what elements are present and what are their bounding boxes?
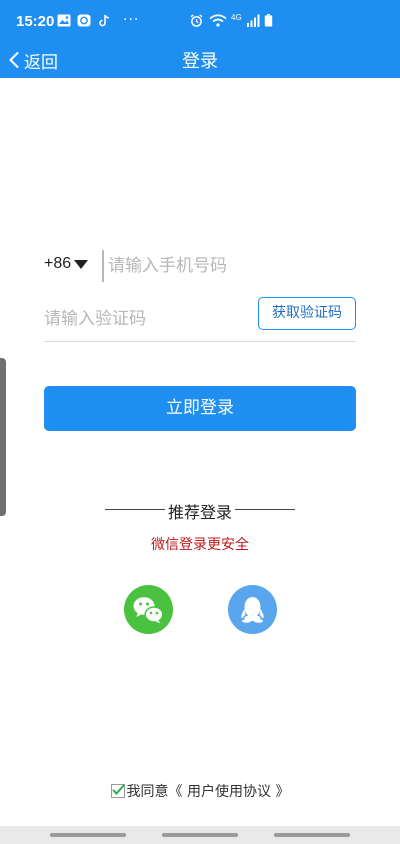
status-time: 15:20 [16, 13, 55, 30]
agreement-suffix: 》 [275, 784, 290, 800]
wechat-login-button[interactable] [124, 585, 173, 634]
page-title: 登录 [182, 51, 218, 72]
edge-panel-handle[interactable] [0, 358, 6, 516]
qq-login-button[interactable] [228, 585, 277, 634]
wechat-icon [133, 597, 164, 624]
network-type-label: 4G [231, 13, 242, 22]
signal-icon [247, 14, 260, 27]
login-button[interactable]: 立即登录 [44, 386, 356, 431]
agreement-checkbox[interactable] [110, 784, 125, 798]
phone-row: +86 [44, 246, 356, 286]
verification-code-input[interactable] [44, 304, 244, 334]
system-navigation-bar [0, 826, 400, 844]
verification-code-row: 获取验证码 [44, 296, 356, 342]
agreement-row: 我同意《 用户使用协议 》 [0, 781, 400, 801]
user-agreement-link[interactable]: 用户使用协议 [183, 784, 276, 800]
wechat-safety-notice: 微信登录更安全 [151, 537, 249, 553]
status-bar: 15:20 ··· 4G [0, 0, 400, 42]
nav-gesture-recent[interactable] [50, 833, 126, 837]
tiktok-icon [99, 14, 110, 27]
divider-right [235, 509, 295, 510]
country-code-selector[interactable]: +86 [44, 255, 89, 273]
recommended-login-heading: 推荐登录 [105, 499, 295, 522]
more-notifications-icon: ··· [123, 12, 140, 28]
top-bar: 15:20 ··· 4G 返回 登录 [0, 0, 400, 78]
battery-icon [264, 14, 273, 27]
app-notification-icon [77, 14, 91, 27]
caret-down-icon [74, 260, 89, 269]
qq-icon [241, 597, 264, 623]
gallery-icon [57, 14, 71, 27]
nav-gesture-back[interactable] [274, 833, 350, 837]
recommended-login-title: 推荐登录 [167, 503, 232, 522]
alarm-icon [190, 14, 203, 27]
country-code: +86 [44, 255, 72, 272]
checkmark-icon [111, 784, 125, 795]
nav-bar: 返回 登录 [0, 42, 400, 78]
agreement-prefix: 我同意《 [126, 784, 183, 800]
wifi-icon [209, 14, 227, 27]
nav-gesture-home[interactable] [162, 833, 238, 837]
phone-input[interactable] [102, 250, 352, 282]
get-code-button[interactable]: 获取验证码 [258, 297, 356, 330]
